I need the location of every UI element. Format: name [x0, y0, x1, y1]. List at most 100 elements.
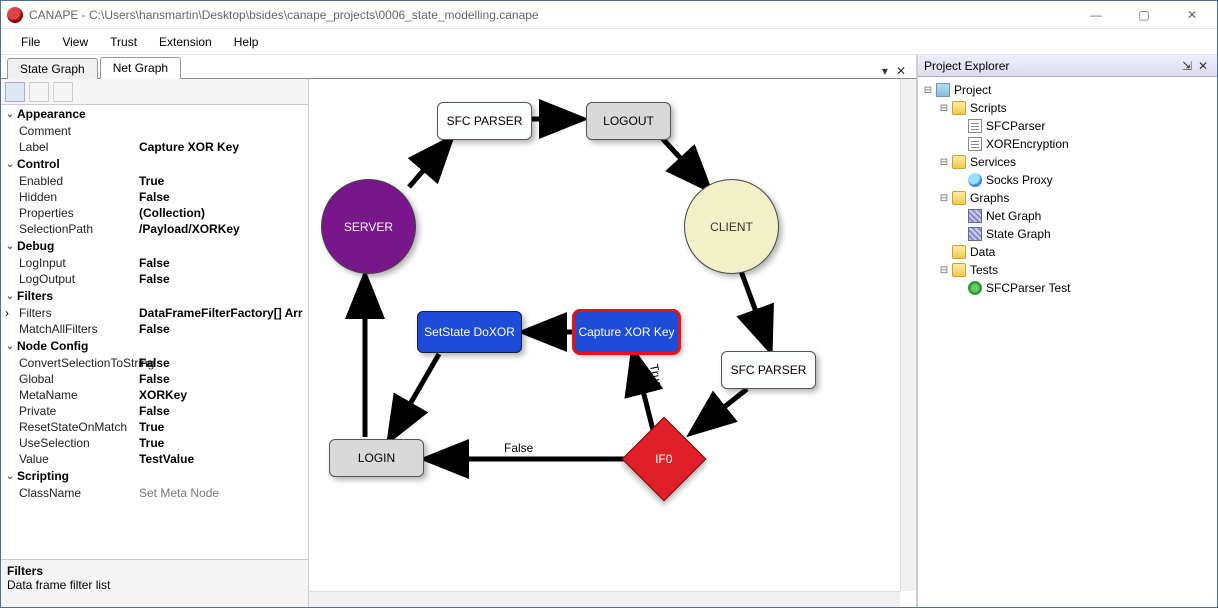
property-row[interactable]: PrivateFalse	[1, 403, 308, 419]
property-row[interactable]: MatchAllFiltersFalse	[1, 321, 308, 337]
tree-folder-tests[interactable]: ⊟Tests	[920, 261, 1215, 279]
chevron-right-icon: ›	[5, 306, 19, 320]
node-sfc-parser-top[interactable]: SFC PARSER	[437, 102, 532, 140]
project-explorer-panel: Project Explorer ⇲ ✕ ⊟Project⊟ScriptsSFC…	[917, 55, 1217, 607]
tree-item-service[interactable]: Socks Proxy	[920, 171, 1215, 189]
tree-folder-scripts[interactable]: ⊟Scripts	[920, 99, 1215, 117]
property-grid[interactable]: ⌄AppearanceCommentLabelCapture XOR Key⌄C…	[1, 105, 308, 559]
tab-close-icon[interactable]: ✕	[892, 64, 910, 78]
tree-item-script[interactable]: SFCParser	[920, 117, 1215, 135]
tree-folder-services[interactable]: ⊟ Services	[920, 153, 1215, 171]
property-value[interactable]: False	[139, 356, 308, 370]
tree-item-script[interactable]: XOREncryption	[920, 135, 1215, 153]
tab-dropdown-icon[interactable]: ▾	[878, 64, 892, 78]
tree-twisty-icon[interactable]: ⊟	[938, 157, 950, 168]
property-row[interactable]: ›FiltersDataFrameFilterFactory[] Arr	[1, 305, 308, 321]
property-pages-button[interactable]	[53, 82, 73, 102]
property-row[interactable]: MetaNameXORKey	[1, 387, 308, 403]
tree-twisty-icon[interactable]: ⊟	[938, 265, 950, 276]
property-category[interactable]: ⌄Appearance	[1, 105, 308, 123]
property-row[interactable]: LogOutputFalse	[1, 271, 308, 287]
maximize-button[interactable]: ▢	[1129, 8, 1159, 22]
tree-twisty-icon[interactable]: ⊟	[938, 193, 950, 204]
property-value[interactable]: True	[139, 436, 308, 450]
property-value[interactable]: False	[139, 256, 308, 270]
menu-view[interactable]: View	[52, 31, 98, 53]
tree-label: Graphs	[970, 191, 1009, 205]
property-row[interactable]: UseSelectionTrue	[1, 435, 308, 451]
property-row[interactable]: Properties(Collection)	[1, 205, 308, 221]
property-row[interactable]: EnabledTrue	[1, 173, 308, 189]
node-client[interactable]: CLIENT	[684, 179, 779, 274]
tree-label: XOREncryption	[986, 137, 1069, 151]
property-category[interactable]: ⌄Filters	[1, 287, 308, 305]
document-tabs: State Graph Net Graph ▾ ✕	[1, 55, 916, 79]
tree-item-test[interactable]: SFCParser Test	[920, 279, 1215, 297]
menu-help[interactable]: Help	[224, 31, 269, 53]
property-row[interactable]: ConvertSelectionToStringFalse	[1, 355, 308, 371]
property-value[interactable]: (Collection)	[139, 206, 308, 220]
property-row[interactable]: SelectionPath/Payload/XORKey	[1, 221, 308, 237]
node-logout[interactable]: LOGOUT	[586, 102, 671, 140]
property-value[interactable]: DataFrameFilterFactory[] Arr	[139, 306, 308, 320]
node-server[interactable]: SERVER	[321, 179, 416, 274]
tab-net-graph[interactable]: Net Graph	[100, 57, 181, 79]
panel-close-icon[interactable]: ✕	[1195, 59, 1211, 73]
node-login[interactable]: LOGIN	[329, 439, 424, 477]
property-value[interactable]	[139, 124, 308, 138]
property-row[interactable]: GlobalFalse	[1, 371, 308, 387]
alphabetize-button[interactable]	[29, 82, 49, 102]
property-category[interactable]: ⌄Control	[1, 155, 308, 173]
menu-trust[interactable]: Trust	[100, 31, 147, 53]
property-category[interactable]: ⌄Debug	[1, 237, 308, 255]
node-capture-xor-key[interactable]: Capture XOR Key	[574, 311, 679, 353]
property-row[interactable]: LogInputFalse	[1, 255, 308, 271]
menu-file[interactable]: File	[11, 31, 50, 53]
property-value[interactable]: False	[139, 272, 308, 286]
graph-canvas[interactable]: SERVER SFC PARSER LOGOUT CLIENT SetState…	[309, 79, 916, 607]
property-category[interactable]: ⌄Scripting	[1, 467, 308, 485]
menu-extension[interactable]: Extension	[149, 31, 222, 53]
property-row[interactable]: LabelCapture XOR Key	[1, 139, 308, 155]
tree-item-graph[interactable]: Net Graph	[920, 207, 1215, 225]
property-row[interactable]: Comment	[1, 123, 308, 139]
minimize-button[interactable]: —	[1081, 8, 1111, 22]
property-value[interactable]: TestValue	[139, 452, 308, 466]
tree-twisty-icon[interactable]: ⊟	[938, 103, 950, 114]
node-if0[interactable]: IF0	[622, 417, 707, 502]
property-row[interactable]: HiddenFalse	[1, 189, 308, 205]
property-value[interactable]: /Payload/XORKey	[139, 222, 308, 236]
categorize-button[interactable]	[5, 82, 25, 102]
tree-folder-graphs[interactable]: ⊟ Graphs	[920, 189, 1215, 207]
property-value[interactable]: False	[139, 404, 308, 418]
property-value[interactable]: XORKey	[139, 388, 308, 402]
tab-state-graph[interactable]: State Graph	[7, 58, 98, 79]
property-row[interactable]: ValueTestValue	[1, 451, 308, 467]
node-sfc-parser-bottom[interactable]: SFC PARSER	[721, 351, 816, 389]
tree-label: Services	[970, 155, 1016, 169]
chevron-down-icon: ⌄	[3, 291, 17, 302]
property-value[interactable]: False	[139, 372, 308, 386]
property-value[interactable]: True	[139, 174, 308, 188]
pin-icon[interactable]: ⇲	[1179, 59, 1195, 73]
project-tree[interactable]: ⊟Project⊟ScriptsSFCParser XOREncryption ⊟ S…	[918, 77, 1217, 607]
property-value[interactable]: Set Meta Node	[139, 486, 308, 500]
canvas-scrollbar-vertical[interactable]	[900, 79, 916, 591]
tree-root[interactable]: ⊟Project	[920, 81, 1215, 99]
tree-label: Data	[970, 245, 995, 259]
property-row[interactable]: ClassNameSet Meta Node	[1, 485, 308, 501]
property-value[interactable]: Capture XOR Key	[139, 140, 308, 154]
property-row[interactable]: ResetStateOnMatchTrue	[1, 419, 308, 435]
node-setstate-doxor[interactable]: SetState DoXOR	[417, 311, 522, 353]
property-category[interactable]: ⌄Node Config	[1, 337, 308, 355]
property-value[interactable]: False	[139, 322, 308, 336]
tree-twisty-icon[interactable]: ⊟	[922, 85, 934, 96]
graph-icon	[968, 209, 982, 223]
window-title: CANAPE - C:\Users\hansmartin\Desktop\bsi…	[29, 8, 1081, 22]
tree-folder-data[interactable]: Data	[920, 243, 1215, 261]
property-value[interactable]: False	[139, 190, 308, 204]
canvas-scrollbar-horizontal[interactable]	[309, 591, 900, 607]
close-button[interactable]: ✕	[1177, 8, 1207, 22]
tree-item-graph[interactable]: State Graph	[920, 225, 1215, 243]
property-value[interactable]: True	[139, 420, 308, 434]
